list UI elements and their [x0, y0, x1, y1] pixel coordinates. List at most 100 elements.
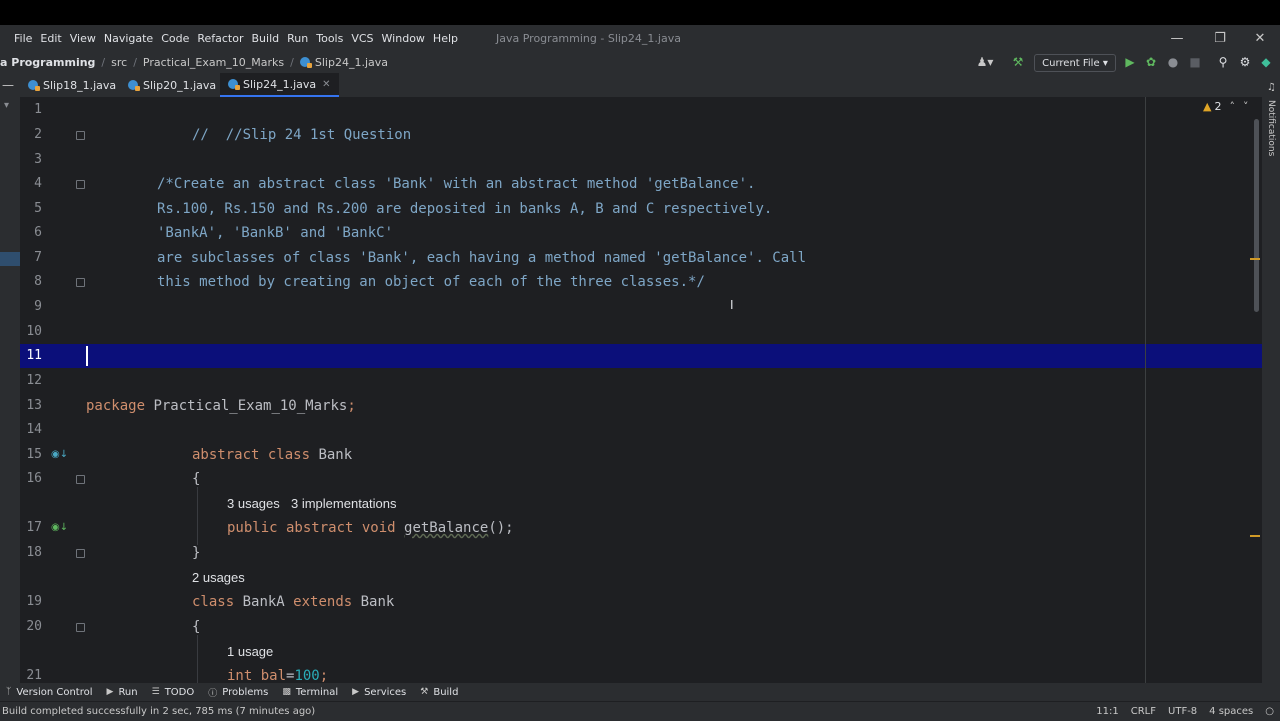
hammer-icon[interactable]: ⚒ [1008, 51, 1028, 73]
menu-edit[interactable]: Edit [40, 32, 61, 45]
gear-icon[interactable]: ⚙ [1237, 51, 1253, 73]
breadcrumb-project[interactable]: a Programming [0, 56, 95, 69]
keyword: int [227, 668, 253, 683]
menu-code[interactable]: Code [161, 32, 189, 45]
menu-help[interactable]: Help [433, 32, 458, 45]
usages-hint[interactable]: 2 usages [192, 566, 245, 590]
comment-text: /*Create an abstract class 'Bank' with a… [157, 176, 756, 192]
warning-marker[interactable] [1250, 258, 1260, 260]
close-icon[interactable]: ✕ [322, 79, 330, 90]
collapse-icon[interactable]: — [2, 73, 14, 97]
tool-problems[interactable]: ⓘ Problems [208, 686, 268, 699]
line-number: 7 [34, 250, 42, 265]
fold-icon[interactable] [76, 475, 85, 484]
warning-marker[interactable] [1250, 535, 1260, 537]
line-number: 12 [26, 373, 42, 388]
tab-slip24[interactable]: Slip24_1.java ✕ [220, 73, 339, 97]
restore-button[interactable]: ❐ [1203, 25, 1237, 51]
code-line: 5 Rs.100, Rs.150 and Rs.200 are deposite… [20, 197, 1262, 221]
line-number: 11 [26, 348, 42, 363]
debug-icon[interactable]: ✿ [1143, 51, 1159, 73]
fold-icon[interactable] [76, 278, 85, 287]
inspection-widget[interactable]: ▲ 2 ˄ ˅ [1203, 100, 1248, 113]
user-icon[interactable]: ♟▾ [972, 51, 998, 73]
menu-refactor[interactable]: Refactor [197, 32, 243, 45]
tool-services[interactable]: ▶ Services [352, 687, 406, 698]
right-margin-guide [1145, 97, 1146, 683]
tool-window-bar: ᛉ Version Control ▶ Run ☰ TODO ⓘ Problems ▩ T… [0, 683, 1280, 701]
breadcrumb-file[interactable]: Slip24_1.java [315, 56, 388, 69]
status-message[interactable]: Build completed successfully in 2 sec, 7… [2, 706, 315, 717]
status-bar: Build completed successfully in 2 sec, 7… [0, 701, 1280, 721]
tool-todo[interactable]: ☰ TODO [152, 687, 195, 698]
search-icon[interactable]: ⚲ [1215, 51, 1231, 73]
implementations-hint[interactable]: 3 implementations [291, 492, 397, 516]
implemented-gutter-icon[interactable]: ◉↓ [51, 449, 68, 460]
indent-setting[interactable]: 4 spaces [1209, 706, 1253, 717]
usages-hint[interactable]: 1 usage [227, 640, 273, 664]
line-number: 3 [34, 152, 42, 167]
line-number: 9 [34, 299, 42, 314]
tool-run[interactable]: ▶ Run [107, 687, 138, 698]
menu-build[interactable]: Build [252, 32, 280, 45]
plugin-icon[interactable]: ◆ [1258, 51, 1274, 73]
coverage-icon[interactable]: ● [1165, 51, 1181, 73]
tab-label: Slip24_1.java [243, 77, 317, 91]
breadcrumb-separator: / [101, 55, 106, 69]
breadcrumb-src[interactable]: src [111, 56, 127, 69]
stop-icon[interactable]: ■ [1187, 51, 1203, 73]
editor-scrollbar[interactable] [1254, 119, 1259, 312]
menu-view[interactable]: View [70, 32, 96, 45]
menu-tools[interactable]: Tools [316, 32, 343, 45]
code-text: abstract class Bank [192, 443, 352, 467]
lock-icon[interactable]: ○ [1265, 706, 1274, 717]
code-line: 18 } [20, 541, 1262, 565]
right-tool-strip: ♫ [1262, 73, 1280, 683]
breadcrumb-package[interactable]: Practical_Exam_10_Marks [143, 56, 284, 69]
fold-icon[interactable] [76, 549, 85, 558]
tab-slip20[interactable]: Slip20_1.java [128, 73, 216, 97]
tool-label: Problems [222, 686, 269, 698]
punctuation: ; [319, 668, 329, 683]
implemented-gutter-icon[interactable]: ◉↓ [51, 522, 68, 533]
code-text: public abstract void getBalance(); [227, 516, 514, 540]
line-number: 14 [26, 422, 42, 437]
menu-navigate[interactable]: Navigate [104, 32, 153, 45]
code-line: 9 [20, 295, 1262, 319]
caret-position[interactable]: 11:1 [1096, 706, 1118, 717]
fold-icon[interactable] [76, 180, 85, 189]
fold-icon[interactable] [76, 623, 85, 632]
minimize-button[interactable]: — [1160, 25, 1194, 51]
bell-icon[interactable]: ♫ [1267, 82, 1276, 93]
tool-version-control[interactable]: ᛉ Version Control [6, 687, 93, 698]
run-config-select[interactable]: Current File ▾ [1034, 54, 1116, 72]
menu-file[interactable]: File [14, 32, 32, 45]
notifications-tab[interactable]: Notifications [1266, 100, 1276, 156]
java-file-icon [128, 80, 140, 91]
menu-vcs[interactable]: VCS [351, 32, 373, 45]
tool-terminal[interactable]: ▩ Terminal [282, 687, 338, 698]
line-number: 15 [26, 447, 42, 462]
code-line: 21 int bal=100; [20, 664, 1262, 683]
code-editor[interactable]: 1 2 // //Slip 24 1st Question 3 4 /*Crea… [20, 97, 1262, 683]
menu-run[interactable]: Run [287, 32, 308, 45]
line-number: 5 [34, 201, 42, 216]
tab-slip18[interactable]: Slip18_1.java [28, 73, 116, 97]
run-icon[interactable]: ▶ [1122, 51, 1138, 73]
tool-build[interactable]: ⚒ Build [420, 687, 458, 698]
tool-label: TODO [164, 686, 195, 698]
file-encoding[interactable]: UTF-8 [1168, 706, 1197, 717]
code-line: 12 [20, 369, 1262, 393]
chevron-down-icon[interactable]: ˅ [1243, 100, 1249, 113]
chevron-up-icon[interactable]: ˄ [1229, 100, 1235, 113]
fold-icon[interactable] [76, 131, 85, 140]
code-line: 3 [20, 148, 1262, 172]
menu-window[interactable]: Window [382, 32, 425, 45]
chevron-down-icon[interactable]: ▾ [4, 100, 9, 111]
play-icon: ▶ [106, 687, 114, 697]
usages-hint[interactable]: 3 usages [227, 492, 280, 516]
tool-label: Terminal [295, 686, 339, 698]
close-window-button[interactable]: ✕ [1243, 25, 1277, 51]
line-separator[interactable]: CRLF [1131, 706, 1156, 717]
line-number: 19 [26, 594, 42, 609]
